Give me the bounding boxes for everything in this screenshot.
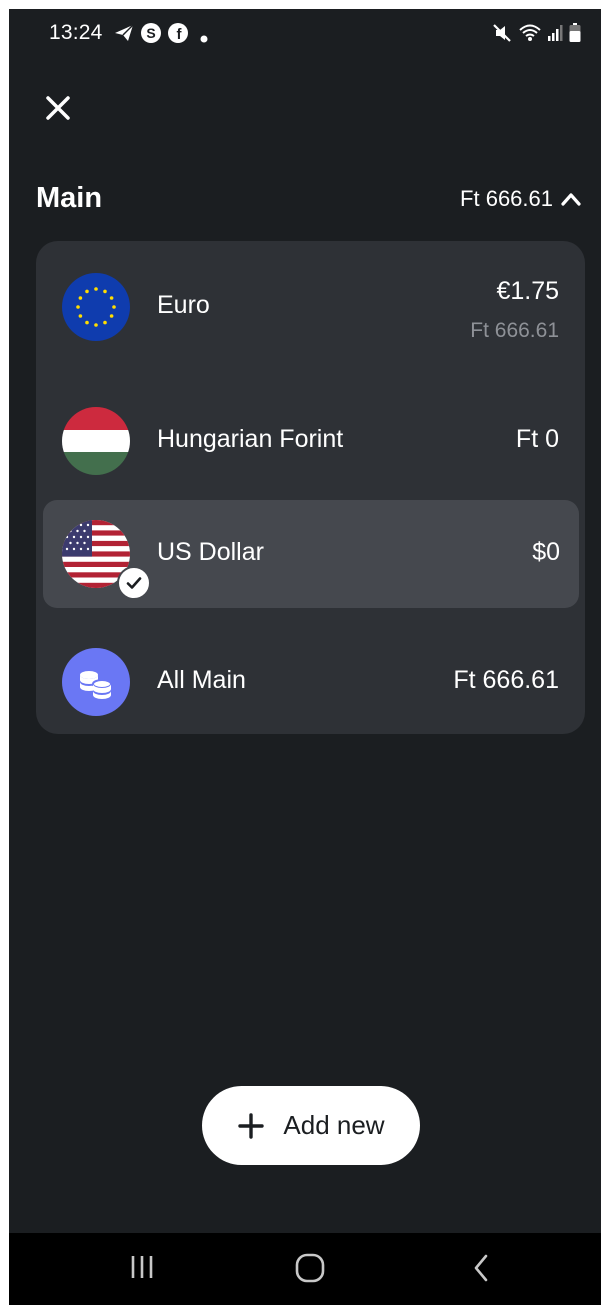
status-bar: 13:24 S f xyxy=(9,9,601,59)
skype-icon: S xyxy=(140,22,162,49)
svg-text:S: S xyxy=(146,25,155,41)
close-icon xyxy=(46,96,70,120)
accounts-card: Euro €1.75 Ft 666.61 Hungarian Forint Ft… xyxy=(36,241,585,734)
account-amount: Ft 666.61 xyxy=(453,666,559,694)
system-nav-bar xyxy=(9,1233,601,1305)
account-row-us-dollar[interactable]: US Dollar $0 xyxy=(43,500,579,608)
selected-check-badge xyxy=(117,566,151,600)
account-amount: $0 xyxy=(532,538,560,566)
add-new-label: Add new xyxy=(283,1110,385,1140)
notification-dot-icon xyxy=(200,30,208,48)
status-icons xyxy=(491,22,581,49)
account-row-hungarian-forint[interactable]: Hungarian Forint Ft 0 xyxy=(36,387,585,495)
facebook-icon: f xyxy=(167,22,189,49)
back-icon[interactable] xyxy=(471,1253,491,1288)
close-button[interactable] xyxy=(43,93,73,123)
plus-icon xyxy=(238,1112,265,1139)
hungary-flag-icon xyxy=(62,407,130,475)
account-amount: €1.75 xyxy=(496,277,559,305)
section-header[interactable]: Main Ft 666.61 xyxy=(36,182,581,222)
recent-apps-icon[interactable] xyxy=(129,1253,155,1286)
account-name: Euro xyxy=(157,291,210,319)
signal-icon xyxy=(547,24,563,47)
battery-icon xyxy=(569,23,581,48)
mute-icon xyxy=(491,22,513,49)
account-name: All Main xyxy=(157,666,246,694)
section-total: Ft 666.61 xyxy=(460,186,553,211)
account-name: US Dollar xyxy=(157,538,264,566)
coins-icon xyxy=(62,648,130,716)
section-title: Main xyxy=(36,182,103,214)
account-row-euro[interactable]: Euro €1.75 Ft 666.61 xyxy=(36,253,585,361)
app-screen: 13:24 S f Main Ft 666.61 Euro €1.75 Ft 6… xyxy=(9,9,601,1305)
check-icon xyxy=(126,577,142,589)
home-icon[interactable] xyxy=(295,1253,325,1288)
chevron-up-icon xyxy=(561,193,581,206)
eu-flag-icon xyxy=(62,273,130,341)
status-time: 13:24 xyxy=(49,21,103,44)
account-amount: Ft 0 xyxy=(515,425,559,453)
telegram-icon xyxy=(113,22,135,49)
add-new-button[interactable]: Add new xyxy=(202,1086,420,1165)
wifi-icon xyxy=(519,23,541,48)
account-row-all-main[interactable]: All Main Ft 666.61 xyxy=(36,628,585,736)
account-converted-amount: Ft 666.61 xyxy=(470,319,559,342)
account-name: Hungarian Forint xyxy=(157,425,344,453)
section-total-toggle[interactable]: Ft 666.61 xyxy=(460,186,581,212)
